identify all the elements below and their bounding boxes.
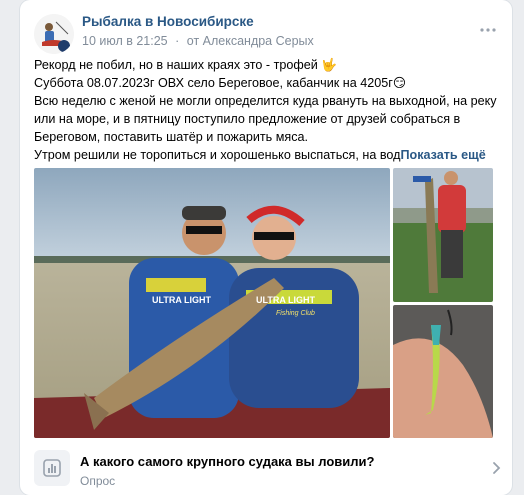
group-name[interactable]: Рыбалка в Новосибирске xyxy=(82,14,254,29)
post-text-line: Всю неделю с женой не могли определится … xyxy=(34,94,497,144)
shirt-text: ULTRA LIGHT xyxy=(152,295,211,305)
poll-type-label: Опрос xyxy=(80,474,116,488)
post-author[interactable]: от Александра Серых xyxy=(187,34,314,48)
post-text-line: Суббота 08.07.2023г ОВХ село Береговое, … xyxy=(34,76,406,90)
shirt-text: ULTRA LIGHT xyxy=(256,295,315,305)
shirt-text: Fishing Club xyxy=(276,310,315,317)
photo-3[interactable] xyxy=(393,305,493,438)
poll-attachment[interactable]: А какого самого крупного судака вы ловил… xyxy=(34,450,504,490)
chevron-right-icon xyxy=(488,460,504,476)
poll-question: А какого самого крупного судака вы ловил… xyxy=(80,454,375,469)
group-avatar[interactable] xyxy=(34,14,74,54)
more-options-icon[interactable] xyxy=(478,20,498,40)
post-card: Рыбалка в Новосибирске 10 июл в 21:25 · … xyxy=(20,0,512,495)
show-more-link[interactable]: Показать ещё xyxy=(400,148,485,162)
poll-icon xyxy=(34,450,70,486)
post-text: Рекорд не побил, но в наших краях это - … xyxy=(34,56,498,164)
photo-2[interactable] xyxy=(393,168,493,302)
post-text-line: Рекорд не побил, но в наших краях это - … xyxy=(34,58,337,72)
meta-separator: · xyxy=(175,34,180,48)
post-date[interactable]: 10 июл в 21:25 xyxy=(82,34,168,48)
photo-main[interactable]: ULTRA LIGHT ULTRA LIGHT Fishing Club xyxy=(34,168,390,438)
post-meta: 10 июл в 21:25 · от Александра Серых xyxy=(82,34,314,48)
post-text-line: Утром решили не торопиться и хорошенько … xyxy=(34,148,486,162)
